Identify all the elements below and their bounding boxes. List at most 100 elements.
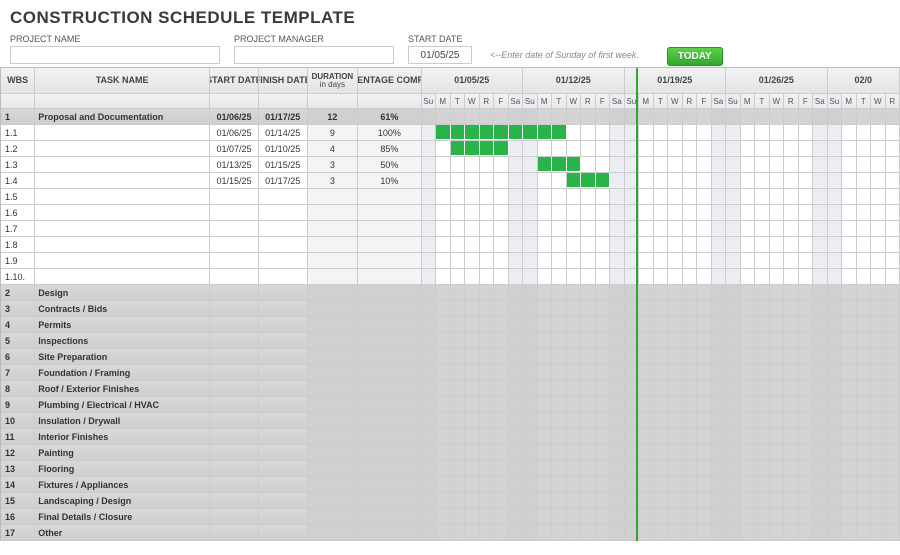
table-row[interactable]: 1.7 [1,221,900,237]
finish-cell[interactable] [259,445,308,460]
table-row[interactable]: 12Painting [1,445,900,461]
task-name-cell[interactable]: Painting [35,445,210,460]
table-row[interactable]: 10Insulation / Drywall [1,413,900,429]
project-name-input[interactable] [10,46,220,64]
task-name-cell[interactable]: Landscaping / Design [35,493,210,508]
table-row[interactable]: 1.8 [1,237,900,253]
table-row[interactable]: 16Final Details / Closure [1,509,900,525]
task-name-cell[interactable]: Other [35,525,210,540]
start-cell[interactable] [210,317,259,332]
table-row[interactable]: 7Foundation / Framing [1,365,900,381]
start-cell[interactable]: 01/07/25 [210,141,259,156]
task-name-cell[interactable] [35,157,210,172]
table-row[interactable]: 17Other [1,525,900,541]
table-row[interactable]: 11Interior Finishes [1,429,900,445]
table-row[interactable]: 4Permits [1,317,900,333]
start-cell[interactable] [210,253,259,268]
task-name-cell[interactable]: Foundation / Framing [35,365,210,380]
finish-cell[interactable] [259,317,308,332]
table-row[interactable]: 3Contracts / Bids [1,301,900,317]
finish-cell[interactable]: 01/15/25 [259,157,308,172]
start-cell[interactable] [210,365,259,380]
table-row[interactable]: 13Flooring [1,461,900,477]
finish-cell[interactable] [259,509,308,524]
finish-cell[interactable]: 01/17/25 [259,109,308,124]
finish-cell[interactable] [259,381,308,396]
table-row[interactable]: 1.201/07/2501/10/25485% [1,141,900,157]
task-name-cell[interactable] [35,173,210,188]
finish-cell[interactable] [259,525,308,540]
table-row[interactable]: 1Proposal and Documentation01/06/2501/17… [1,109,900,125]
finish-cell[interactable] [259,301,308,316]
start-cell[interactable] [210,285,259,300]
start-cell[interactable] [210,269,259,284]
task-name-cell[interactable]: Fixtures / Appliances [35,477,210,492]
table-row[interactable]: 5Inspections [1,333,900,349]
table-row[interactable]: 2Design [1,285,900,301]
task-name-cell[interactable] [35,221,210,236]
task-name-cell[interactable]: Insulation / Drywall [35,413,210,428]
task-name-cell[interactable]: Roof / Exterior Finishes [35,381,210,396]
finish-cell[interactable] [259,285,308,300]
finish-cell[interactable] [259,493,308,508]
task-name-cell[interactable]: Plumbing / Electrical / HVAC [35,397,210,412]
finish-cell[interactable] [259,365,308,380]
finish-cell[interactable] [259,205,308,220]
start-cell[interactable] [210,461,259,476]
finish-cell[interactable] [259,429,308,444]
task-name-cell[interactable]: Inspections [35,333,210,348]
task-name-cell[interactable] [35,237,210,252]
table-row[interactable]: 6Site Preparation [1,349,900,365]
start-cell[interactable] [210,397,259,412]
table-row[interactable]: 1.6 [1,205,900,221]
task-name-cell[interactable]: Permits [35,317,210,332]
table-row[interactable]: 14Fixtures / Appliances [1,477,900,493]
start-cell[interactable] [210,237,259,252]
finish-cell[interactable]: 01/17/25 [259,173,308,188]
start-cell[interactable] [210,301,259,316]
finish-cell[interactable] [259,253,308,268]
task-name-cell[interactable] [35,125,210,140]
finish-cell[interactable] [259,237,308,252]
start-cell[interactable] [210,445,259,460]
start-cell[interactable]: 01/15/25 [210,173,259,188]
task-name-cell[interactable] [35,205,210,220]
task-name-cell[interactable]: Proposal and Documentation [35,109,210,124]
table-row[interactable]: 1.401/15/2501/17/25310% [1,173,900,189]
finish-cell[interactable] [259,269,308,284]
start-cell[interactable] [210,381,259,396]
start-date-input[interactable] [408,46,472,64]
finish-cell[interactable] [259,333,308,348]
start-cell[interactable] [210,189,259,204]
table-row[interactable]: 8Roof / Exterior Finishes [1,381,900,397]
start-cell[interactable] [210,509,259,524]
finish-cell[interactable] [259,221,308,236]
table-row[interactable]: 1.301/13/2501/15/25350% [1,157,900,173]
start-cell[interactable] [210,429,259,444]
task-name-cell[interactable]: Interior Finishes [35,429,210,444]
finish-cell[interactable] [259,413,308,428]
start-cell[interactable] [210,349,259,364]
finish-cell[interactable]: 01/10/25 [259,141,308,156]
start-cell[interactable] [210,205,259,220]
start-cell[interactable]: 01/06/25 [210,125,259,140]
task-name-cell[interactable] [35,189,210,204]
task-name-cell[interactable]: Final Details / Closure [35,509,210,524]
table-row[interactable]: 1.101/06/2501/14/259100% [1,125,900,141]
finish-cell[interactable] [259,397,308,412]
start-cell[interactable] [210,493,259,508]
table-row[interactable]: 15Landscaping / Design [1,493,900,509]
table-row[interactable]: 9Plumbing / Electrical / HVAC [1,397,900,413]
task-name-cell[interactable]: Design [35,285,210,300]
task-name-cell[interactable] [35,269,210,284]
start-cell[interactable] [210,413,259,428]
finish-cell[interactable] [259,349,308,364]
start-cell[interactable] [210,477,259,492]
finish-cell[interactable] [259,189,308,204]
start-cell[interactable]: 01/13/25 [210,157,259,172]
task-name-cell[interactable]: Site Preparation [35,349,210,364]
finish-cell[interactable] [259,477,308,492]
task-name-cell[interactable] [35,141,210,156]
task-name-cell[interactable] [35,253,210,268]
start-cell[interactable] [210,221,259,236]
